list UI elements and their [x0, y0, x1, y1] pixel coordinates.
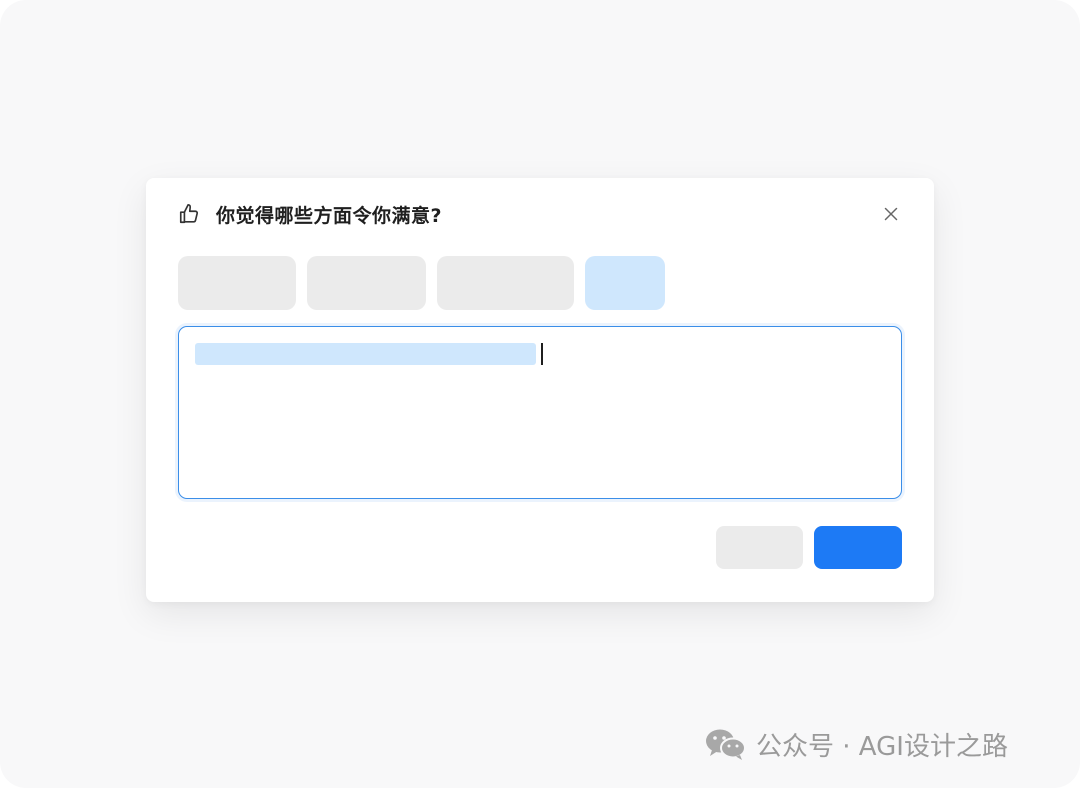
tag-options [178, 256, 665, 310]
feedback-textarea[interactable] [178, 326, 902, 499]
dialog-header: 你觉得哪些方面令你满意? [178, 200, 902, 228]
text-caret [541, 343, 543, 365]
background-canvas: 你觉得哪些方面令你满意? 公众号 · AGI设计之路 [0, 0, 1080, 788]
text-selection-highlight [195, 343, 536, 365]
watermark-text: 公众号 · AGI设计之路 [756, 731, 1008, 762]
tag-option-3[interactable] [437, 256, 574, 310]
tag-option-1[interactable] [178, 256, 296, 310]
thumbs-up-icon [179, 204, 199, 224]
submit-button[interactable] [814, 526, 902, 569]
cancel-button[interactable] [716, 526, 803, 569]
feedback-dialog: 你觉得哪些方面令你满意? [146, 178, 934, 602]
watermark: 公众号 · AGI设计之路 [704, 724, 1008, 764]
tag-option-4-selected[interactable] [585, 256, 665, 310]
close-icon[interactable] [880, 203, 902, 225]
wechat-icon [706, 729, 746, 760]
dialog-title: 你觉得哪些方面令你满意? [216, 204, 443, 227]
tag-option-2[interactable] [307, 256, 426, 310]
